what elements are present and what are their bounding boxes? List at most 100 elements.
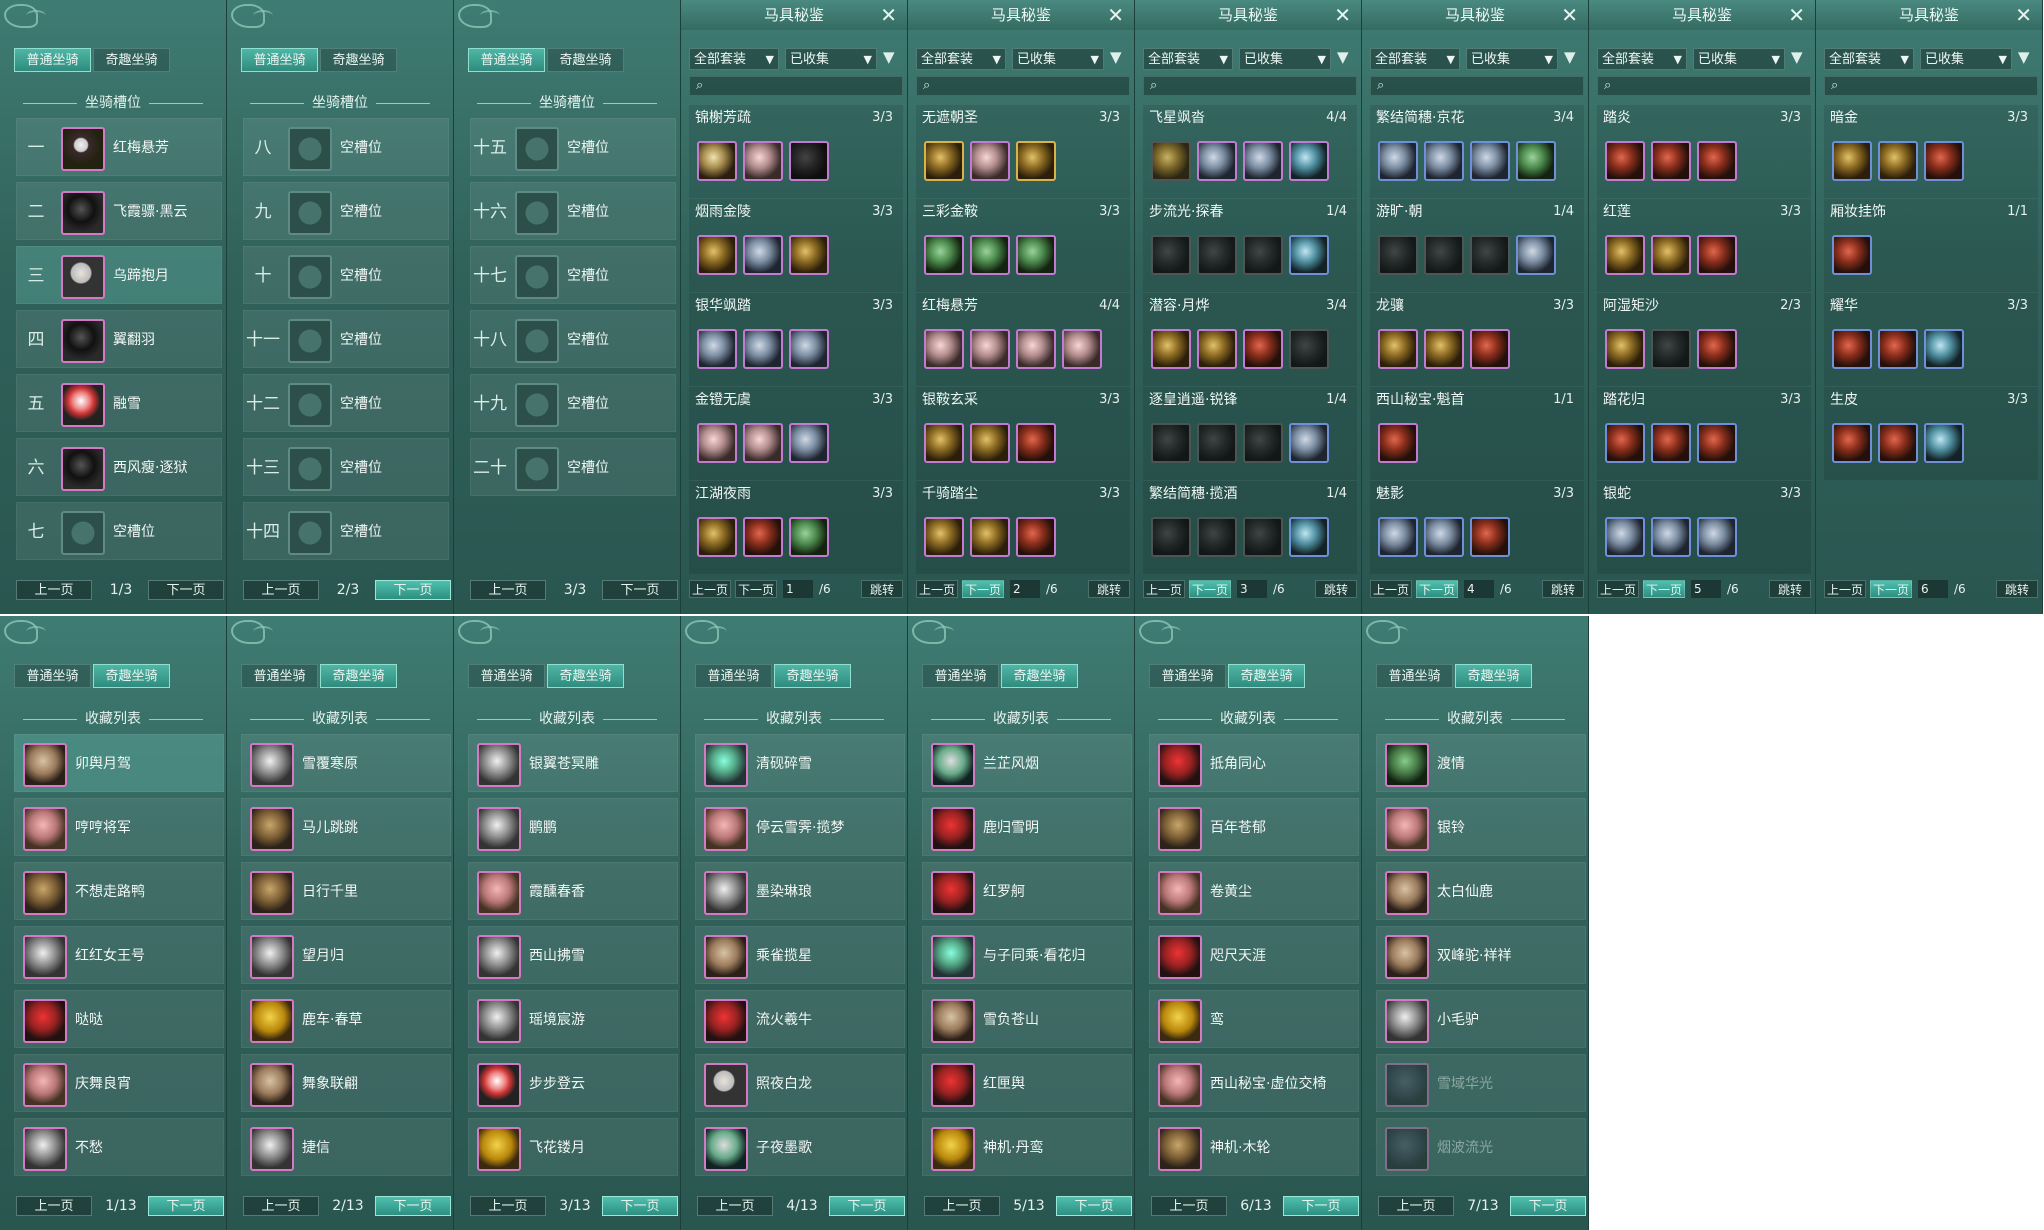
collection-item[interactable]: 步步登云	[468, 1054, 678, 1112]
mount-slot[interactable]: 五 融雪	[16, 374, 222, 432]
prev-page-button[interactable]: 上一页	[1143, 580, 1185, 598]
gear-set[interactable]: 三彩金鞍 3/3	[916, 198, 1130, 292]
tab-normal-mounts[interactable]: 普通坐骑	[14, 664, 91, 688]
next-page-button[interactable]: 下一页	[735, 580, 777, 598]
gear-item-icon[interactable]	[1651, 141, 1691, 181]
close-icon[interactable]: ✕	[1107, 0, 1124, 30]
gear-item-icon[interactable]	[743, 517, 783, 557]
gear-item-icon[interactable]	[1470, 329, 1510, 369]
gear-item-icon[interactable]	[1697, 329, 1737, 369]
gear-set[interactable]: 银鞍玄采 3/3	[916, 386, 1130, 480]
mount-slot[interactable]: 九 空槽位	[243, 182, 449, 240]
gear-item-icon[interactable]	[1605, 235, 1645, 275]
set-filter-dropdown[interactable]: 全部套装 ▼	[689, 48, 779, 70]
close-icon[interactable]: ✕	[2015, 0, 2032, 30]
collection-item[interactable]: 太白仙鹿	[1376, 862, 1586, 920]
gear-item-icon[interactable]	[743, 329, 783, 369]
gear-item-icon[interactable]	[970, 423, 1010, 463]
tab-normal-mounts[interactable]: 普通坐骑	[695, 664, 772, 688]
collection-item[interactable]: 清砚碎雪	[695, 734, 905, 792]
tab-fun-mounts[interactable]: 奇趣坐骑	[320, 48, 397, 72]
collection-item[interactable]: 渡情	[1376, 734, 1586, 792]
next-page-button[interactable]: 下一页	[602, 1196, 678, 1216]
collection-item[interactable]: 乘雀揽星	[695, 926, 905, 984]
mount-slot[interactable]: 十四 空槽位	[243, 502, 449, 560]
collection-item[interactable]: 不想走路鸭	[14, 862, 224, 920]
collection-item[interactable]: 咫尺天涯	[1149, 926, 1359, 984]
gear-item-icon[interactable]	[1924, 141, 1964, 181]
next-page-button[interactable]: 下一页	[1283, 1196, 1359, 1216]
gear-item-icon[interactable]	[1243, 329, 1283, 369]
page-input[interactable]: 2	[1010, 580, 1040, 598]
collection-item[interactable]: 鸾	[1149, 990, 1359, 1048]
gear-item-icon[interactable]	[1151, 329, 1191, 369]
prev-page-button[interactable]: 上一页	[1378, 1196, 1454, 1216]
gear-set[interactable]: 无遮朝圣 3/3	[916, 104, 1130, 198]
gear-item-icon[interactable]	[924, 329, 964, 369]
gear-set[interactable]: 厢妆挂饰 1/1	[1824, 198, 2038, 292]
gear-set[interactable]: 繁结简穗·揽酒 1/4	[1143, 480, 1357, 574]
gear-item-icon[interactable]	[1832, 141, 1872, 181]
gear-set[interactable]: 生皮 3/3	[1824, 386, 2038, 480]
gear-item-icon[interactable]	[1197, 329, 1237, 369]
collection-item[interactable]: 兰芷风烟	[922, 734, 1132, 792]
page-input[interactable]: 5	[1691, 580, 1721, 598]
search-input[interactable]: ⌕	[1597, 76, 1811, 96]
tab-fun-mounts[interactable]: 奇趣坐骑	[320, 664, 397, 688]
collection-item[interactable]: 哼哼将军	[14, 798, 224, 856]
gear-item-icon[interactable]	[924, 235, 964, 275]
gear-item-icon[interactable]	[970, 235, 1010, 275]
gear-item-icon[interactable]	[1378, 517, 1418, 557]
tab-fun-mounts[interactable]: 奇趣坐骑	[1228, 664, 1305, 688]
gear-item-icon[interactable]	[697, 517, 737, 557]
page-input[interactable]: 3	[1237, 580, 1267, 598]
collection-item[interactable]: 西山秘宝·虚位交椅	[1149, 1054, 1359, 1112]
close-icon[interactable]: ✕	[1561, 0, 1578, 30]
next-page-button[interactable]: 下一页	[1870, 580, 1912, 598]
jump-button[interactable]: 跳转	[1542, 580, 1584, 598]
gear-item-icon[interactable]	[1378, 235, 1418, 275]
collection-item[interactable]: 鹿归雪明	[922, 798, 1132, 856]
next-page-button[interactable]: 下一页	[1189, 580, 1231, 598]
gear-item-icon[interactable]	[1151, 517, 1191, 557]
collection-item[interactable]: 百年苍郁	[1149, 798, 1359, 856]
prev-page-button[interactable]: 上一页	[16, 580, 92, 600]
mount-slot[interactable]: 三 乌蹄抱月	[16, 246, 222, 304]
collected-filter-dropdown[interactable]: 已收集 ▼	[1693, 48, 1785, 70]
mount-slot[interactable]: 十七 空槽位	[470, 246, 676, 304]
gear-set[interactable]: 逐皇逍遥·锐锋 1/4	[1143, 386, 1357, 480]
filter-icon[interactable]: ▼	[1337, 48, 1349, 66]
collection-item[interactable]: 庆舞良宵	[14, 1054, 224, 1112]
collection-item[interactable]: 雪负苍山	[922, 990, 1132, 1048]
collected-filter-dropdown[interactable]: 已收集 ▼	[1239, 48, 1331, 70]
gear-item-icon[interactable]	[1697, 423, 1737, 463]
mount-slot[interactable]: 四 翼翻羽	[16, 310, 222, 368]
filter-icon[interactable]: ▼	[1110, 48, 1122, 66]
gear-item-icon[interactable]	[1605, 517, 1645, 557]
mount-slot[interactable]: 十八 空槽位	[470, 310, 676, 368]
collection-item[interactable]: 双峰驼·祥祥	[1376, 926, 1586, 984]
gear-item-icon[interactable]	[1378, 141, 1418, 181]
gear-set[interactable]: 游旷·朝 1/4	[1370, 198, 1584, 292]
gear-item-icon[interactable]	[1924, 423, 1964, 463]
gear-item-icon[interactable]	[1289, 235, 1329, 275]
gear-item-icon[interactable]	[1878, 141, 1918, 181]
collection-item[interactable]: 红匣舆	[922, 1054, 1132, 1112]
gear-item-icon[interactable]	[1289, 517, 1329, 557]
next-page-button[interactable]: 下一页	[1416, 580, 1458, 598]
gear-item-icon[interactable]	[1151, 141, 1191, 181]
gear-item-icon[interactable]	[1651, 423, 1691, 463]
jump-button[interactable]: 跳转	[1315, 580, 1357, 598]
gear-item-icon[interactable]	[924, 423, 964, 463]
prev-page-button[interactable]: 上一页	[16, 1196, 92, 1216]
prev-page-button[interactable]: 上一页	[697, 1196, 773, 1216]
collection-item[interactable]: 神机·丹鸾	[922, 1118, 1132, 1176]
gear-item-icon[interactable]	[1016, 141, 1056, 181]
prev-page-button[interactable]: 上一页	[1370, 580, 1412, 598]
gear-set[interactable]: 魅影 3/3	[1370, 480, 1584, 574]
gear-item-icon[interactable]	[924, 141, 964, 181]
search-input[interactable]: ⌕	[1824, 76, 2038, 96]
prev-page-button[interactable]: 上一页	[243, 1196, 319, 1216]
gear-item-icon[interactable]	[1470, 235, 1510, 275]
gear-item-icon[interactable]	[743, 141, 783, 181]
